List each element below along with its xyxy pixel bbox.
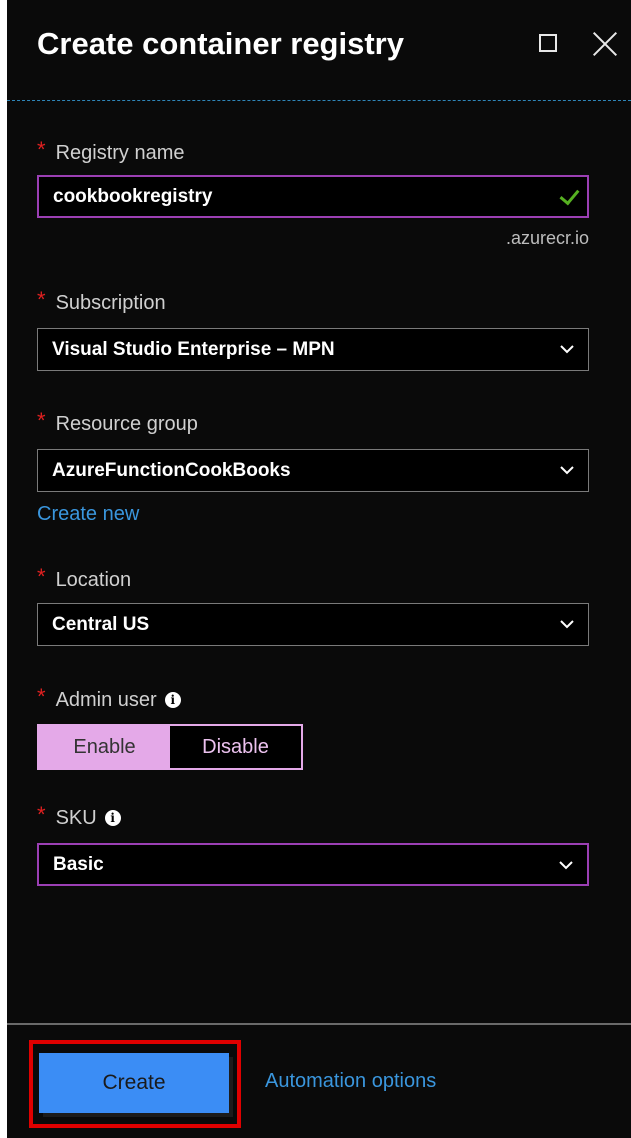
valid-check-icon xyxy=(559,184,580,206)
admin-user-enable-option[interactable]: Enable xyxy=(39,726,170,768)
chevron-down-icon xyxy=(559,861,573,870)
footer-divider xyxy=(7,1023,631,1025)
subscription-dropdown[interactable]: Visual Studio Enterprise – MPN xyxy=(37,328,589,371)
resource-group-label: * Resource group xyxy=(37,408,198,435)
chevron-down-icon xyxy=(560,466,574,475)
automation-options-link[interactable]: Automation options xyxy=(265,1070,436,1093)
required-marker: * xyxy=(37,137,46,162)
info-icon[interactable]: i xyxy=(104,810,121,826)
registry-name-label: * Registry name xyxy=(37,137,185,164)
chevron-down-icon xyxy=(560,345,574,354)
page-title: Create container registry xyxy=(37,26,404,61)
admin-user-toggle: Enable Disable xyxy=(37,724,303,770)
sku-label: * SKU i xyxy=(37,802,121,831)
create-registry-blade: Create container registry * Registry nam… xyxy=(7,0,631,1138)
close-icon[interactable] xyxy=(591,30,619,58)
create-new-resource-group-link[interactable]: Create new xyxy=(37,503,139,526)
registry-domain-suffix: .azurecr.io xyxy=(505,228,589,248)
subscription-label: * Subscription xyxy=(37,287,166,314)
location-dropdown[interactable]: Central US xyxy=(37,603,589,646)
admin-user-label: * Admin user i xyxy=(37,684,181,713)
blade-header: Create container registry xyxy=(7,0,631,101)
resource-group-dropdown[interactable]: AzureFunctionCookBooks xyxy=(37,449,589,492)
sku-dropdown[interactable]: Basic xyxy=(37,843,589,886)
location-label: * Location xyxy=(37,564,132,591)
admin-user-disable-option[interactable]: Disable xyxy=(170,726,301,768)
info-icon[interactable]: i xyxy=(164,692,181,708)
maximize-icon[interactable] xyxy=(535,30,563,58)
chevron-down-icon xyxy=(560,620,574,629)
create-button[interactable]: Create xyxy=(39,1053,229,1113)
registry-name-input[interactable]: cookbookregistry xyxy=(37,175,589,218)
